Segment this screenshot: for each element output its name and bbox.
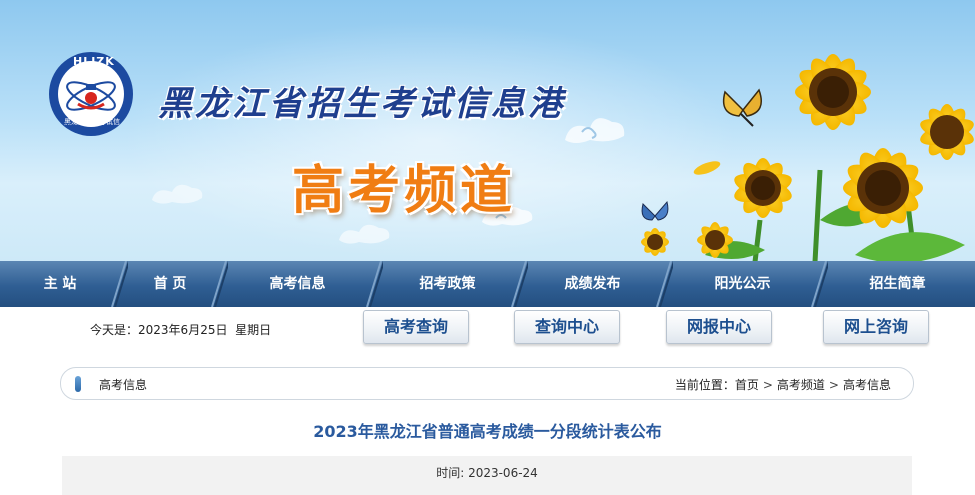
breadcrumb-link-home[interactable]: 首页	[735, 378, 759, 392]
article-meta: 时间: 2023-06-24	[62, 456, 912, 495]
cloud-swirl-icon	[152, 184, 203, 204]
logo-ring-text: 黑龙江招生考试信息港	[64, 118, 120, 126]
nav-item-main-site[interactable]: 主 站	[0, 261, 128, 307]
nav-item-admission-guide[interactable]: 招生简章	[820, 261, 975, 307]
online-consultation-button[interactable]: 网上咨询	[823, 310, 929, 344]
breadcrumb-bar: 高考信息 当前位置：首页 > 高考频道 > 高考信息	[60, 367, 914, 400]
nav-item-scores[interactable]: 成绩发布	[520, 261, 673, 307]
nav-item-label: 高考信息	[269, 276, 326, 292]
publish-time: 时间: 2023-06-24	[62, 464, 912, 481]
nav-item-gaokao-info[interactable]: 高考信息	[220, 261, 383, 307]
article-title: 2023年黑龙江省普通高考成绩一分段统计表公布	[313, 422, 662, 441]
site-logo[interactable]: HLJZK 黑龙江招生考试信息港	[46, 44, 136, 144]
nav-item-policy[interactable]: 招考政策	[375, 261, 528, 307]
nav-item-label: 招考政策	[419, 276, 476, 292]
nav-item-public-notice[interactable]: 阳光公示	[665, 261, 828, 307]
nav-item-label: 招生简章	[869, 276, 926, 292]
today-date: 今天是：2023年6月25日 星期日	[90, 321, 271, 338]
section-marker-icon	[75, 376, 81, 392]
today-value: 2023年6月25日 星期日	[138, 323, 272, 337]
breadcrumb-link-gaokao-channel[interactable]: 高考频道	[777, 378, 825, 392]
main-nav: 主 站 首 页 高考信息 招考政策 成绩发布 阳光公示 招生简章	[0, 261, 975, 307]
nav-item-home[interactable]: 首 页	[120, 261, 228, 307]
nav-item-label: 主 站	[43, 276, 77, 292]
breadcrumb: 当前位置：首页 > 高考频道 > 高考信息	[675, 376, 891, 393]
breadcrumb-link-gaokao-info[interactable]: 高考信息	[843, 378, 891, 392]
nav-item-label: 首 页	[153, 276, 187, 292]
header-banner: HLJZK 黑龙江招生考试信息港 黑龙江省招生考试信息港 高考频道	[0, 0, 975, 262]
time-value: 2023-06-24	[468, 466, 538, 480]
site-name: 黑龙江省招生考试信息港	[158, 84, 565, 124]
breadcrumb-separator: >	[762, 378, 773, 392]
breadcrumb-separator: >	[828, 378, 839, 392]
today-label: 今天是：	[90, 323, 139, 337]
nav-item-label: 阳光公示	[714, 276, 771, 292]
logo-text: HLJZK	[73, 55, 115, 68]
location-label: 当前位置：	[674, 378, 735, 392]
channel-title: 高考频道	[292, 161, 517, 221]
sunflower-illustration	[641, 54, 974, 262]
query-center-button[interactable]: 查询中心	[514, 310, 620, 344]
gaokao-query-button[interactable]: 高考查询	[363, 310, 469, 344]
nav-item-label: 成绩发布	[564, 276, 621, 292]
online-registration-button[interactable]: 网报中心	[666, 310, 772, 344]
time-label: 时间:	[436, 466, 465, 480]
section-name: 高考信息	[99, 378, 148, 392]
